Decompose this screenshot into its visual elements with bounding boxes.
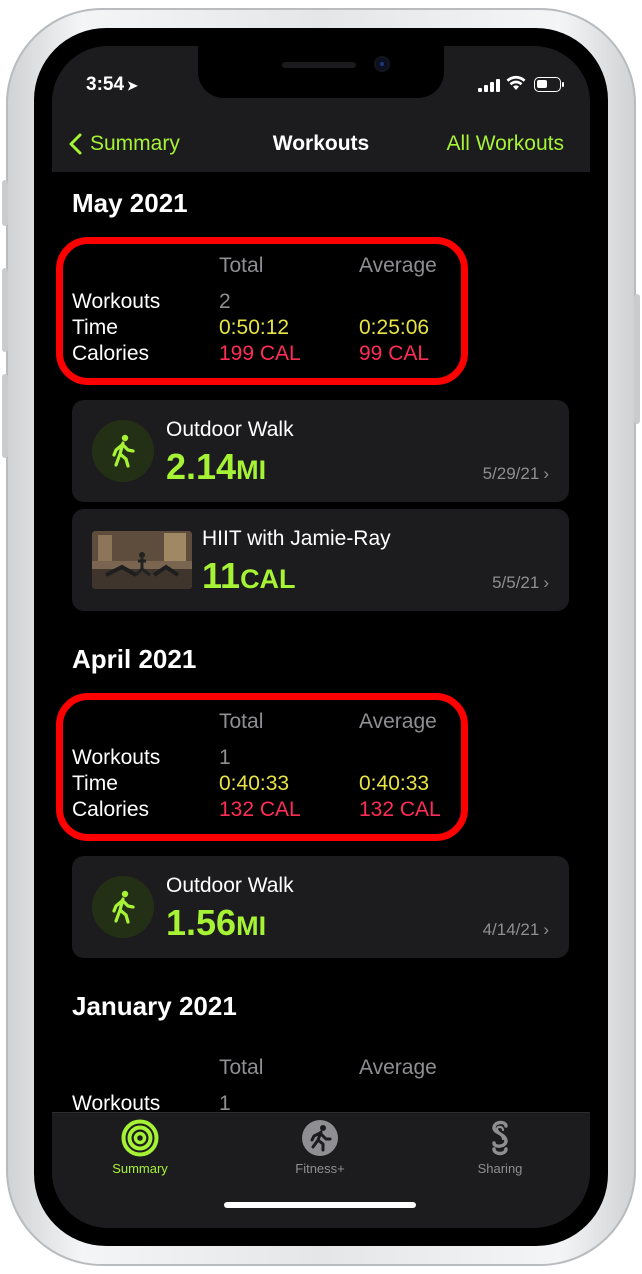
tab-sharing[interactable]: Sharing: [440, 1119, 560, 1176]
stat-total: 132 CAL: [219, 798, 301, 821]
stat-label: Time: [72, 772, 118, 795]
workout-date-text: 5/5/21: [492, 573, 540, 592]
workout-date-text: 5/29/21: [482, 464, 540, 483]
tab-label: Fitness+: [295, 1161, 345, 1176]
total-header: Total: [219, 1056, 264, 1079]
workout-date: 5/5/21 ›: [492, 573, 549, 593]
workout-date: 4/14/21 ›: [483, 920, 549, 940]
total-header: Total: [219, 254, 264, 277]
stat-total: 0:40:33: [219, 772, 290, 795]
workout-card[interactable]: Outdoor Walk 1.56MI 4/14/21 ›: [72, 856, 569, 958]
workout-card[interactable]: Outdoor Walk 2.14MI 5/29/21 ›: [72, 400, 569, 502]
workouts-list[interactable]: May 2021 Total Average Workouts 2 Time 0…: [52, 172, 590, 1112]
workout-value-number: 11: [202, 555, 241, 596]
battery-icon: [534, 77, 564, 92]
earpiece-speaker: [282, 62, 356, 68]
stat-average: 99 CAL: [359, 342, 430, 365]
chevron-right-icon: ›: [543, 464, 549, 483]
notch: [198, 46, 444, 98]
sharing-icon: [481, 1119, 519, 1157]
all-workouts-button[interactable]: All Workouts: [447, 126, 564, 162]
month-heading: January 2021: [72, 991, 237, 1021]
workout-value: 2.14MI: [166, 446, 266, 488]
screen: 3:54 ➤ Summary Workouts All Workouts May …: [52, 46, 590, 1228]
stat-total: 199 CAL: [219, 342, 301, 365]
month-heading: May 2021: [72, 188, 188, 218]
stat-total: 2: [219, 290, 231, 313]
workout-card[interactable]: HIIT with Jamie-Ray 11CAL 5/5/21 ›: [72, 509, 569, 611]
workout-date: 5/29/21 ›: [483, 464, 549, 484]
stat-average: 132 CAL: [359, 798, 441, 821]
workout-value-number: 2.14: [166, 446, 237, 487]
stat-label: Calories: [72, 798, 150, 821]
tab-label: Sharing: [477, 1161, 523, 1176]
workout-value-number: 1.56: [166, 902, 237, 943]
stat-label: Workouts: [72, 1092, 161, 1112]
silent-switch: [2, 180, 8, 226]
workout-title: Outdoor Walk: [166, 418, 294, 441]
workout-value-unit: MI: [236, 455, 267, 485]
location-arrow-icon: ➤: [127, 78, 138, 93]
back-button[interactable]: Summary: [68, 126, 180, 162]
stat-label: Time: [72, 316, 118, 339]
workout-value: 1.56MI: [166, 902, 266, 944]
workout-title: HIIT with Jamie-Ray: [202, 527, 391, 550]
activity-rings-icon: [121, 1119, 159, 1157]
fitness-plus-icon: [301, 1119, 339, 1157]
stat-label: Workouts: [72, 290, 161, 313]
average-header: Average: [359, 254, 437, 277]
chevron-right-icon: ›: [543, 573, 549, 592]
workout-value-unit: CAL: [240, 564, 296, 594]
stat-average: 0:25:06: [359, 316, 430, 339]
month-heading: April 2021: [72, 644, 197, 674]
status-time-text: 3:54: [86, 74, 125, 95]
workout-value-unit: MI: [236, 911, 267, 941]
stat-total: 1: [219, 1092, 231, 1112]
stat-label: Workouts: [72, 746, 161, 769]
chevron-left-icon: [69, 133, 82, 155]
tab-fitness-plus[interactable]: Fitness+: [260, 1119, 380, 1176]
average-header: Average: [359, 710, 437, 733]
workout-date-text: 4/14/21: [482, 920, 540, 939]
chevron-right-icon: ›: [543, 920, 549, 939]
home-indicator[interactable]: [224, 1202, 416, 1208]
cellular-signal-icon: [478, 78, 500, 92]
status-time: 3:54 ➤: [86, 74, 138, 96]
navigation-bar: Summary Workouts All Workouts: [52, 126, 590, 172]
side-button: [634, 294, 640, 424]
total-header: Total: [219, 710, 264, 733]
back-button-label: Summary: [90, 132, 180, 155]
stat-label: Calories: [72, 342, 150, 365]
average-header: Average: [359, 1056, 437, 1079]
walking-figure-icon: [92, 876, 154, 938]
workout-title: Outdoor Walk: [166, 874, 294, 897]
volume-down-button: [2, 374, 8, 458]
volume-up-button: [2, 268, 8, 352]
workout-value: 11CAL: [202, 555, 296, 597]
tab-summary[interactable]: Summary: [80, 1119, 200, 1176]
page-title: Workouts: [272, 132, 370, 155]
stat-total: 0:50:12: [219, 316, 290, 339]
stat-average: 0:40:33: [359, 772, 430, 795]
tab-label: Summary: [112, 1161, 168, 1176]
walking-figure-icon: [92, 420, 154, 482]
video-thumbnail: [92, 531, 192, 589]
wifi-icon: [506, 75, 526, 90]
stat-total: 1: [219, 746, 231, 769]
front-camera: [376, 58, 388, 70]
tab-bar: Summary Fitness+ Sharing: [52, 1112, 590, 1228]
